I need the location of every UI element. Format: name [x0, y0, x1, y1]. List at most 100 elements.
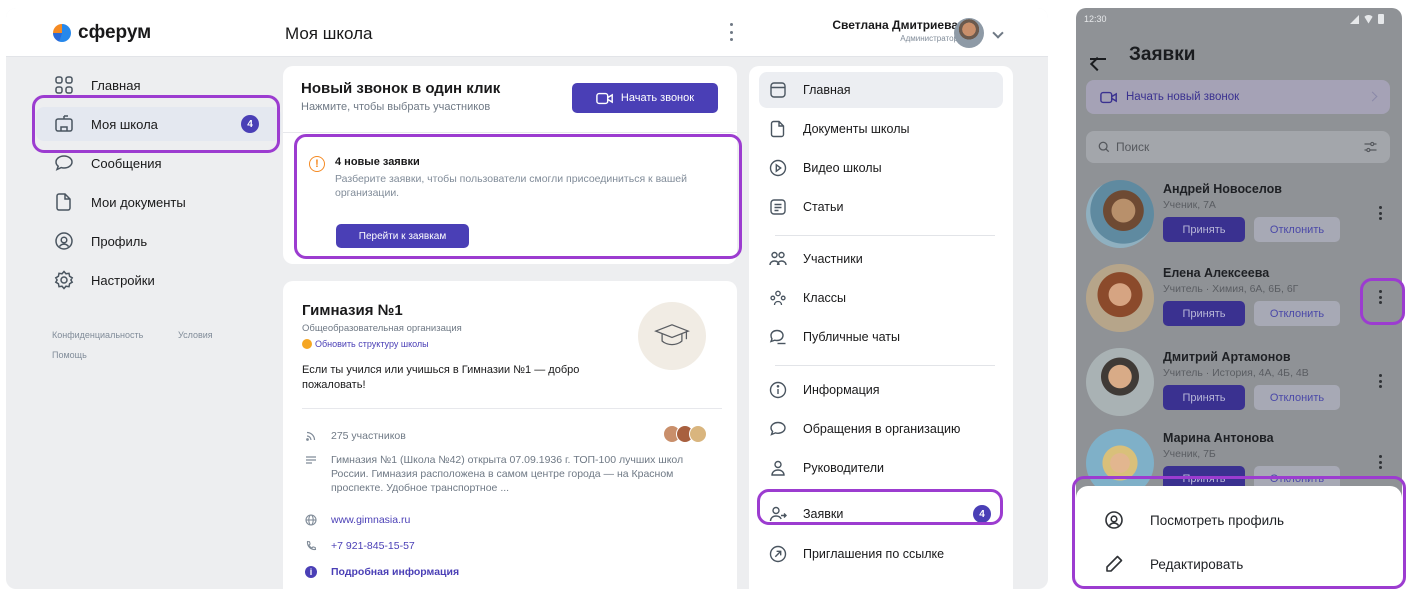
sidebar-item-label: Сообщения	[91, 155, 162, 171]
more-vertical-icon[interactable]	[1378, 455, 1382, 469]
help-link[interactable]: Помощь	[52, 350, 87, 360]
link-arrow-icon	[769, 545, 787, 563]
website-link: www.gimnasia.ru	[331, 514, 411, 526]
start-call-label: Начать звонок	[620, 92, 695, 104]
battery-icon	[1378, 14, 1384, 24]
class-icon	[770, 290, 786, 306]
highlight-requests-card	[294, 134, 742, 259]
document-icon	[56, 193, 71, 211]
section-home[interactable]: Главная	[759, 72, 1003, 108]
status-time: 12:30	[1084, 14, 1107, 24]
highlight-more-button	[1360, 278, 1405, 325]
request-name: Андрей Новоселов	[1163, 182, 1282, 196]
phone-row[interactable]: +7 921-845-15-57	[305, 539, 415, 553]
privacy-link[interactable]: Конфиденциальность	[52, 330, 143, 340]
section-label: Статьи	[803, 200, 844, 214]
window-icon	[770, 82, 786, 98]
section-classes[interactable]: Классы	[759, 280, 1003, 316]
terms-link[interactable]: Условия	[178, 330, 213, 340]
public-chat-icon	[769, 329, 786, 345]
document-icon	[770, 120, 785, 138]
top-bar: сферум Моя школа Светлана Дмитриева Адми…	[6, 8, 1048, 57]
sidebar-item-documents[interactable]: Мои документы	[36, 185, 281, 219]
reject-button[interactable]: Отклонить	[1254, 217, 1340, 242]
highlight-requests-section	[757, 489, 1003, 525]
more-vertical-icon[interactable]	[1378, 206, 1382, 220]
logo[interactable]: сферум	[53, 22, 151, 44]
start-new-call-button[interactable]: Начать новый звонок	[1086, 80, 1390, 114]
update-structure-label: Обновить структуру школы	[315, 339, 429, 349]
user-info[interactable]: Светлана Дмитриева Администратор	[832, 18, 958, 43]
warning-dot-icon	[302, 339, 312, 349]
info-icon: i	[305, 566, 317, 578]
start-call-button[interactable]: Начать звонок	[572, 83, 718, 113]
section-public-chats[interactable]: Публичные чаты	[759, 319, 1003, 355]
reject-button[interactable]: Отклонить	[1254, 385, 1340, 410]
school-description: Гимназия №1 (Школа №42) открыта 07.09.19…	[331, 454, 684, 494]
graduation-cap-icon	[654, 323, 690, 345]
back-arrow-icon[interactable]	[1090, 58, 1106, 60]
search-icon	[1098, 141, 1110, 153]
school-name: Гимназия №1	[302, 302, 403, 319]
divider	[302, 408, 722, 409]
page-title: Заявки	[1129, 44, 1196, 65]
members-row[interactable]: 275 участников	[305, 429, 406, 443]
list-item: Елена Алексеева Учитель · Химия, 6А, 6Б,…	[1084, 264, 1394, 346]
avatar[interactable]	[954, 18, 984, 48]
request-role: Учитель · Химия, 6А, 6Б, 6Г	[1163, 283, 1299, 295]
accept-button[interactable]: Принять	[1163, 301, 1245, 326]
logo-text: сферум	[78, 22, 152, 43]
divider	[283, 132, 737, 133]
avatar	[689, 425, 707, 443]
description-row: Гимназия №1 (Школа №42) открыта 07.09.19…	[305, 453, 725, 495]
avatar[interactable]	[1086, 348, 1154, 416]
logo-icon	[53, 24, 71, 42]
section-articles[interactable]: Статьи	[759, 189, 1003, 225]
users-icon	[769, 251, 787, 266]
search-input[interactable]: Поиск	[1086, 131, 1390, 163]
more-info-row[interactable]: i Подробная информация	[305, 565, 459, 579]
sidebar-item-settings[interactable]: Настройки	[36, 263, 281, 297]
section-school-video[interactable]: Видео школы	[759, 150, 1003, 186]
signal-icon	[1350, 14, 1359, 24]
chat-icon	[55, 155, 73, 171]
sidebar-item-label: Главная	[91, 77, 141, 93]
section-members[interactable]: Участники	[759, 241, 1003, 277]
avatar[interactable]	[1086, 264, 1154, 332]
school-card: Гимназия №1 Общеобразовательная организа…	[283, 281, 737, 589]
update-structure-link[interactable]: Обновить структуру школы	[302, 339, 429, 349]
play-icon	[769, 159, 787, 177]
section-label: Публичные чаты	[803, 330, 900, 344]
phone-icon	[306, 540, 317, 551]
filter-icon[interactable]	[1363, 141, 1378, 153]
user-role: Администратор	[900, 34, 958, 43]
accept-button[interactable]: Принять	[1163, 217, 1245, 242]
reject-button[interactable]: Отклонить	[1254, 301, 1340, 326]
more-info-link: Подробная информация	[331, 566, 460, 578]
chevron-down-icon[interactable]	[992, 27, 1004, 39]
more-vertical-icon[interactable]	[728, 23, 734, 41]
section-label: Приглашения по ссылке	[803, 547, 945, 561]
school-logo	[638, 302, 706, 370]
section-label: Видео школы	[803, 161, 882, 175]
start-new-call-label: Начать новый звонок	[1126, 91, 1240, 103]
article-icon	[770, 199, 786, 215]
grid-icon	[55, 76, 73, 94]
section-appeals[interactable]: Обращения в организацию	[759, 411, 1003, 447]
avatar[interactable]	[1086, 180, 1154, 248]
website-row[interactable]: www.gimnasia.ru	[305, 513, 410, 527]
section-invite-links[interactable]: Приглашения по ссылке	[759, 536, 1003, 572]
section-information[interactable]: Информация	[759, 372, 1003, 408]
section-school-documents[interactable]: Документы школы	[759, 111, 1003, 147]
section-label: Документы школы	[803, 122, 910, 136]
text-lines-icon	[306, 456, 316, 464]
request-name: Дмитрий Артамонов	[1163, 350, 1291, 364]
section-label: Информация	[803, 383, 880, 397]
user-name: Светлана Дмитриева	[832, 18, 958, 32]
section-label: Участники	[803, 252, 863, 266]
section-managers[interactable]: Руководители	[759, 450, 1003, 486]
accept-button[interactable]: Принять	[1163, 385, 1245, 410]
request-name: Елена Алексеева	[1163, 266, 1270, 280]
more-vertical-icon[interactable]	[1378, 374, 1382, 388]
sidebar-item-profile[interactable]: Профиль	[36, 224, 281, 258]
